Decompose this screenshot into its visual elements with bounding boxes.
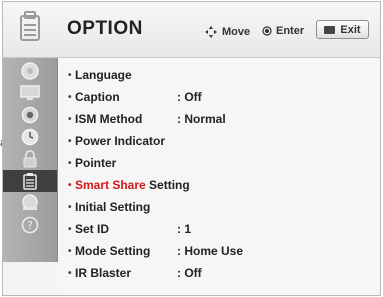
lock-icon bbox=[23, 150, 37, 168]
option-menu-list: • Language • Caption : Off • ISM Method … bbox=[58, 58, 380, 295]
option-icon bbox=[23, 173, 37, 190]
network-icon bbox=[22, 194, 38, 210]
menu-item-smart-share-setting[interactable]: • Smart Share Setting bbox=[58, 174, 378, 196]
sidebar-item-time[interactable] bbox=[3, 126, 57, 148]
help-icon: ? bbox=[21, 216, 39, 234]
header-option-icon bbox=[3, 2, 57, 57]
menu-item-mode-setting[interactable]: • Mode Setting : Home Use bbox=[58, 240, 378, 262]
menu-item-label: Smart Share Setting bbox=[75, 178, 190, 192]
smart-share-highlight: Smart Share bbox=[75, 178, 146, 192]
menu-item-initial-setting[interactable]: • Initial Setting bbox=[58, 196, 378, 218]
screen-icon bbox=[20, 85, 40, 100]
menu-item-ism-method[interactable]: • ISM Method : Normal bbox=[58, 108, 378, 130]
exit-label: Exit bbox=[340, 23, 361, 36]
sidebar-item-help[interactable]: ? bbox=[3, 214, 57, 236]
time-icon bbox=[21, 128, 39, 146]
option-window: OPTION Move Enter Exit ? • Language • Ca… bbox=[2, 1, 381, 296]
sidebar-item-picture[interactable] bbox=[3, 60, 57, 82]
category-sidebar: ? bbox=[3, 58, 58, 262]
page-title: OPTION bbox=[67, 18, 143, 39]
menu-item-label: Set ID bbox=[75, 222, 110, 236]
sidebar-item-option[interactable] bbox=[3, 170, 57, 192]
svg-text:?: ? bbox=[27, 219, 33, 232]
menu-item-label: IR Blaster bbox=[75, 266, 132, 280]
menu-item-value: : Home Use bbox=[177, 244, 244, 258]
menu-item-caption[interactable]: • Caption : Off bbox=[58, 86, 378, 108]
exit-key-icon bbox=[324, 25, 336, 34]
menu-item-value: : Off bbox=[177, 90, 202, 104]
menu-item-label: Initial Setting bbox=[75, 200, 151, 214]
picture-icon bbox=[21, 62, 39, 80]
enter-label: Enter bbox=[276, 25, 305, 37]
menu-item-value: : Off bbox=[177, 266, 202, 280]
sidebar-item-lock[interactable] bbox=[3, 148, 57, 170]
audio-icon bbox=[21, 106, 39, 124]
enter-hint: Enter bbox=[262, 25, 304, 37]
enter-icon bbox=[262, 26, 272, 36]
menu-item-language[interactable]: • Language bbox=[58, 64, 378, 86]
sidebar-item-network[interactable] bbox=[3, 192, 57, 214]
menu-item-label: Power Indicator bbox=[75, 134, 166, 148]
sidebar-item-screen[interactable] bbox=[3, 82, 57, 104]
move-hint: Move bbox=[204, 25, 250, 39]
menu-item-label: ISM Method bbox=[75, 112, 143, 126]
menu-item-value: : Normal bbox=[177, 112, 226, 126]
menu-item-pointer[interactable]: • Pointer bbox=[58, 152, 378, 174]
menu-item-power-indicator[interactable]: • Power Indicator bbox=[58, 130, 378, 152]
menu-item-ir-blaster[interactable]: • IR Blaster : Off bbox=[58, 262, 378, 284]
menu-item-label: Mode Setting bbox=[75, 244, 151, 258]
menu-item-set-id[interactable]: • Set ID : 1 bbox=[58, 218, 378, 240]
dpad-icon bbox=[205, 26, 217, 38]
move-label: Move bbox=[222, 26, 251, 38]
menu-item-label: Language bbox=[75, 68, 132, 82]
menu-item-value: : 1 bbox=[177, 222, 192, 236]
header-bar: OPTION Move Enter Exit bbox=[3, 2, 380, 58]
menu-item-label: Caption bbox=[75, 90, 120, 104]
sidebar-item-audio[interactable] bbox=[3, 104, 57, 126]
exit-button[interactable]: Exit bbox=[316, 20, 369, 39]
menu-item-label: Pointer bbox=[75, 156, 117, 170]
